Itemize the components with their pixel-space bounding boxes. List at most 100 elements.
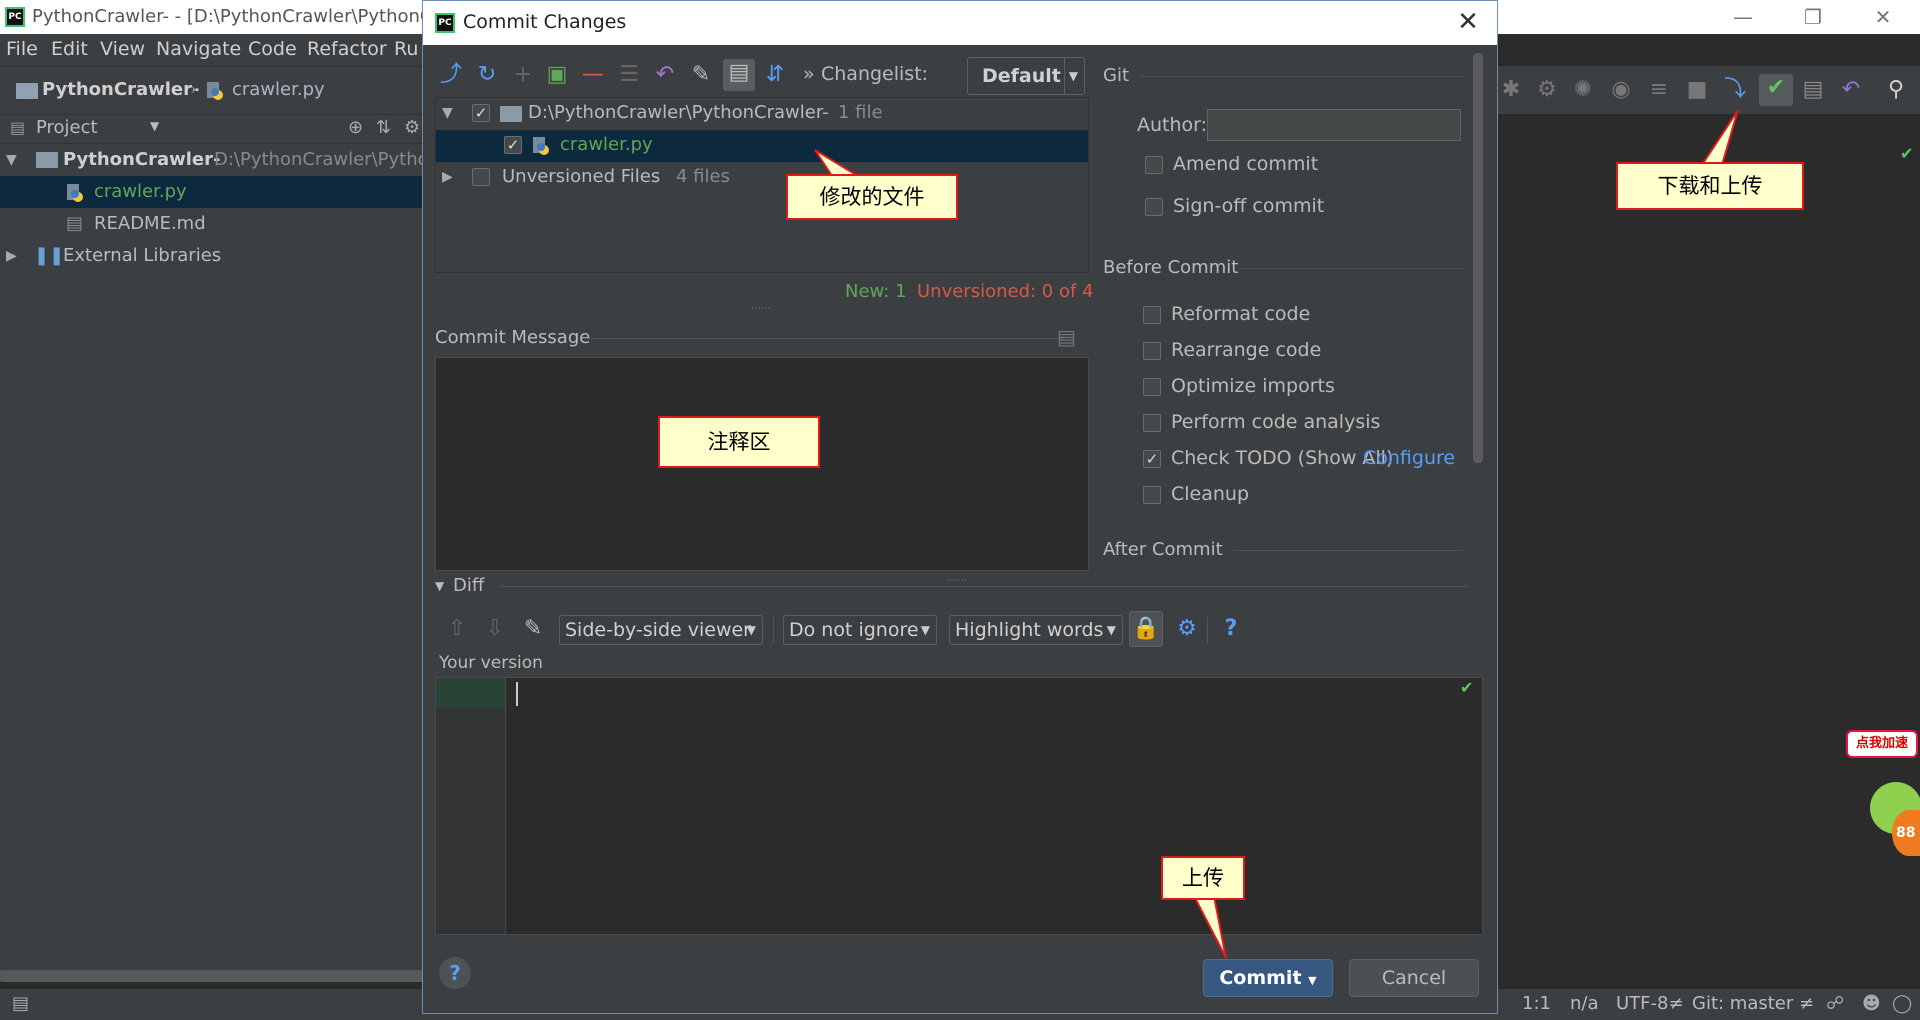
edit-source-icon[interactable]: ✎ (519, 615, 547, 643)
options-scrollbar[interactable] (1473, 53, 1483, 463)
help-button[interactable]: ? (439, 957, 471, 989)
tree-row-root[interactable]: ▼ ✓ D:\PythonCrawler\PythonCrawler- 1 fi… (436, 98, 1088, 130)
gear-icon[interactable]: ⚙ (1173, 615, 1201, 643)
locate-icon[interactable]: ⊕ (348, 117, 363, 138)
rearrange-checkbox[interactable] (1143, 342, 1161, 360)
help-icon[interactable]: ? (1217, 615, 1245, 643)
horizontal-scrollbar[interactable] (0, 970, 424, 982)
arrow-up-icon[interactable]: ⇧ (443, 615, 471, 643)
viewer-select[interactable]: Side-by-side viewer ▼ (559, 615, 763, 645)
menu-refactor[interactable]: Refactor (307, 38, 387, 60)
project-view-label[interactable]: Project (36, 117, 98, 138)
tool-window-toggle-icon[interactable]: ▤ (12, 993, 29, 1014)
search-icon[interactable]: ⚲ (1882, 76, 1910, 104)
notifications-icon[interactable]: ◯ (1892, 993, 1912, 1014)
todo-checkbox[interactable]: ✓ (1143, 450, 1161, 468)
arrow-down-icon[interactable]: ⇩ (481, 615, 509, 643)
cancel-button[interactable]: Cancel (1349, 959, 1479, 997)
menu-code[interactable]: Code (248, 38, 297, 60)
breadcrumb-file[interactable]: crawler.py (232, 79, 325, 100)
ignore-select[interactable]: Do not ignore ▼ (783, 615, 937, 645)
tree-row-crawler[interactable]: ✓ crawler.py (436, 130, 1088, 162)
collapse-arrow-icon[interactable]: ▼ (435, 579, 444, 593)
group-icon[interactable]: ☰ (615, 61, 643, 89)
vcs-commit-icon[interactable]: ✔ (1759, 74, 1793, 106)
splitter-handle[interactable]: ⋯⋯ (947, 575, 967, 586)
menu-file[interactable]: File (6, 38, 38, 60)
menu-view[interactable]: View (100, 38, 145, 60)
diff-label[interactable]: Diff (453, 575, 484, 596)
expand-all-icon[interactable]: ⇵ (761, 61, 789, 89)
debug-icon[interactable]: ✱ (1497, 76, 1525, 104)
status-line-separator[interactable]: n/a (1570, 993, 1599, 1014)
divider (583, 338, 1063, 339)
close-window-icon[interactable]: ✕ (1853, 2, 1913, 32)
tree-row-root[interactable]: ▼ PythonCrawler- D:\PythonCrawler\Pytho (0, 144, 430, 176)
bug-icon[interactable]: ⚙ (1533, 76, 1561, 104)
status-encoding[interactable]: UTF-8≠ (1616, 993, 1684, 1014)
author-input[interactable] (1207, 109, 1461, 141)
tree-row-readme[interactable]: ▤ README.md (0, 208, 430, 240)
tree-file-readme: README.md (94, 213, 206, 234)
commit-history-icon[interactable]: ▤ (1057, 325, 1076, 349)
reformat-checkbox[interactable] (1143, 306, 1161, 324)
splitter-handle[interactable]: ⋯⋯ (751, 303, 771, 314)
optimize-checkbox[interactable] (1143, 378, 1161, 396)
separator (1207, 617, 1208, 643)
profile-icon[interactable]: ◉ (1607, 76, 1635, 104)
rollback-icon[interactable]: ↶ (651, 61, 679, 89)
concurrency-icon[interactable]: ≡ (1645, 76, 1673, 104)
expand-arrow-icon[interactable]: ▶ (442, 169, 453, 185)
breadcrumb-project[interactable]: PythonCrawler- (42, 79, 199, 100)
remove-icon[interactable]: — (579, 61, 607, 89)
speedup-badge[interactable]: 点我加速 (1846, 730, 1918, 758)
vcs-revert-icon[interactable]: ↶ (1837, 76, 1865, 104)
lock-icon[interactable]: ☍ (1826, 993, 1844, 1014)
chevron-down-icon[interactable]: ▼ (150, 119, 159, 133)
menu-run[interactable]: Ru (394, 38, 418, 60)
menu-navigate[interactable]: Navigate (156, 38, 241, 60)
diff-editor[interactable]: ✔ (435, 677, 1483, 935)
status-position[interactable]: 1:1 (1522, 993, 1551, 1014)
settings-icon[interactable]: ⚙ (404, 117, 420, 138)
expand-arrow-icon[interactable]: ▶ (6, 240, 17, 272)
vcs-update-icon[interactable]: ⤵ (1721, 76, 1749, 104)
close-icon[interactable]: ✕ (1453, 7, 1483, 37)
tree-row-crawler[interactable]: crawler.py (0, 176, 430, 208)
highlight-select[interactable]: Highlight words ▼ (949, 615, 1123, 645)
minimize-icon[interactable]: — (1713, 2, 1773, 32)
more-icon[interactable]: » (803, 63, 815, 85)
edit-source-icon[interactable]: ✎ (687, 61, 715, 89)
unversioned-checkbox[interactable] (472, 168, 490, 186)
group-by-directory-icon[interactable]: ▤ (723, 59, 755, 91)
changelist-select[interactable]: Default ▼ (967, 57, 1085, 95)
analysis-checkbox[interactable] (1143, 414, 1161, 432)
menu-edit[interactable]: Edit (51, 38, 88, 60)
inspector-icon[interactable]: ☻ (1862, 993, 1881, 1014)
signoff-checkbox[interactable] (1145, 198, 1163, 216)
add-icon[interactable]: + (509, 61, 537, 89)
vcs-history-icon[interactable]: ▤ (1799, 76, 1827, 104)
lock-icon[interactable]: 🔒 (1129, 611, 1163, 647)
cleanup-checkbox[interactable] (1143, 486, 1161, 504)
coverage-icon[interactable]: ✺ (1569, 76, 1597, 104)
move-to-changelist-icon[interactable]: ▣ (543, 61, 571, 89)
ide-window-title: PythonCrawler- - [D:\PythonCrawler\Pytho… (32, 6, 433, 27)
refresh-icon[interactable]: ↻ (473, 61, 501, 89)
expand-arrow-icon[interactable]: ▼ (442, 105, 453, 121)
show-diff-icon[interactable]: ⤴ (437, 61, 465, 89)
stop-icon[interactable]: ■ (1683, 76, 1711, 104)
tree-row-unversioned[interactable]: ▶ Unversioned Files 4 files (436, 162, 1088, 194)
expand-arrow-icon[interactable]: ▼ (6, 144, 17, 176)
root-checkbox[interactable]: ✓ (472, 104, 490, 122)
commit-button[interactable]: Commit ▼ (1203, 959, 1333, 997)
status-git-branch[interactable]: Git: master ≠ (1692, 993, 1814, 1014)
restore-icon[interactable]: ❐ (1783, 2, 1843, 32)
tree-row-external[interactable]: ▶ ❚❚ External Libraries (0, 240, 430, 272)
collapse-icon[interactable]: ⇅ (376, 117, 391, 138)
configure-link[interactable]: Configure (1363, 447, 1455, 469)
chevron-down-icon: ▼ (1308, 974, 1317, 987)
editor-area[interactable]: ✔ 点我加速 88 (1497, 114, 1920, 954)
amend-checkbox[interactable] (1145, 156, 1163, 174)
file-checkbox[interactable]: ✓ (504, 136, 522, 154)
